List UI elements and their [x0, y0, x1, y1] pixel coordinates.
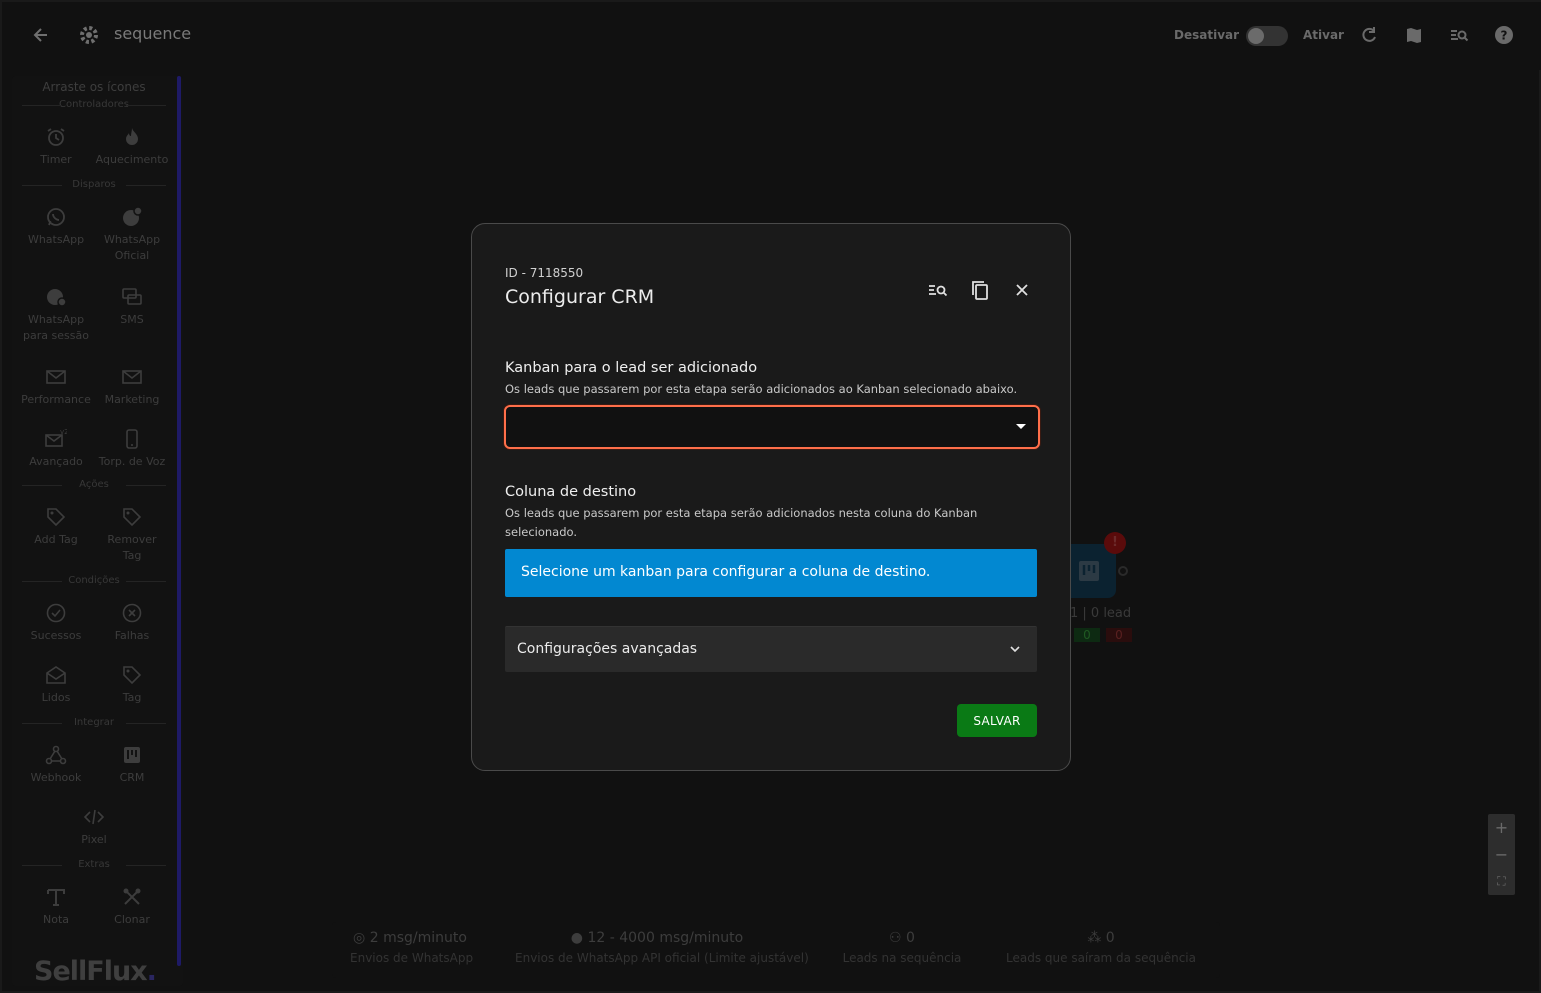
- column-label: Coluna de destino: [505, 484, 637, 500]
- node-id: ID - 7118550: [505, 266, 584, 280]
- close-icon[interactable]: [1010, 278, 1034, 302]
- kanban-select[interactable]: [504, 405, 1040, 449]
- dropdown-arrow-icon: [1016, 424, 1026, 429]
- kanban-help: Os leads que passarem por esta etapa ser…: [505, 382, 1018, 396]
- copy-icon[interactable]: [968, 278, 992, 302]
- chevron-down-icon: [1010, 646, 1020, 653]
- kanban-label: Kanban para o lead ser adicionado: [505, 360, 758, 376]
- advanced-settings-label: Configurações avançadas: [517, 641, 698, 657]
- configure-crm-dialog: ID - 7118550 Configurar CRM Kanban para …: [471, 223, 1071, 771]
- column-help: Os leads que passarem por esta etapa ser…: [505, 506, 978, 539]
- dialog-title: Configurar CRM: [505, 286, 655, 308]
- column-info-alert: Selecione um kanban para configurar a co…: [505, 549, 1037, 597]
- advanced-settings-accordion[interactable]: Configurações avançadas: [505, 626, 1037, 672]
- search-list-icon[interactable]: [926, 278, 950, 302]
- save-button[interactable]: SALVAR: [957, 704, 1037, 737]
